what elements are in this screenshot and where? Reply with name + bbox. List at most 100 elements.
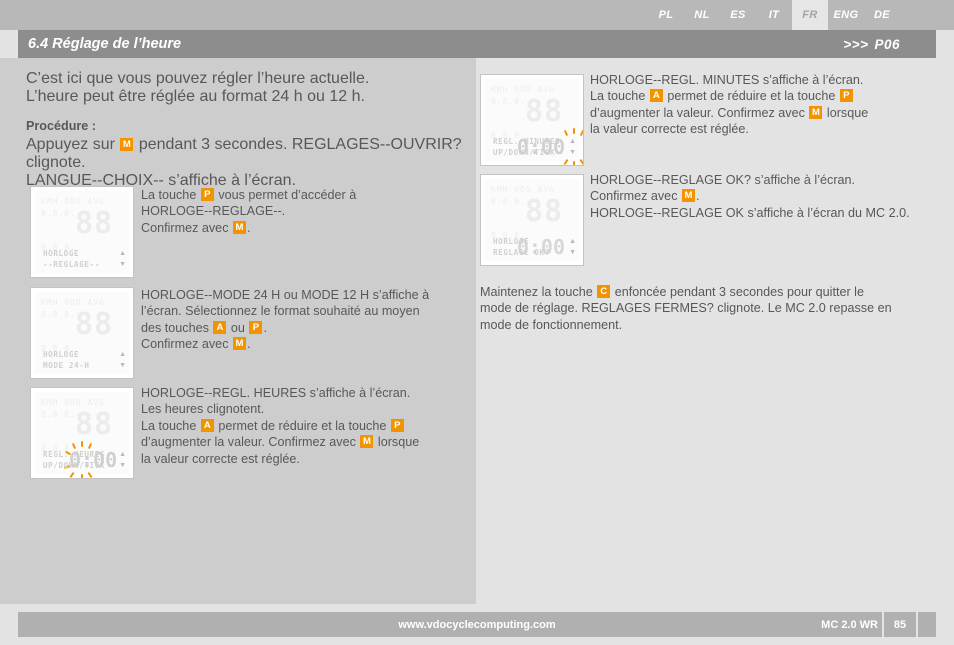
step-5-line-1: HORLOGE--REGLAGE OK? s’affiche à l’écran…	[590, 173, 856, 187]
key-badge-m: M	[233, 220, 246, 234]
intro-paragraph: C’est ici que vous pouvez régler l’heure…	[26, 70, 456, 106]
step-3-line-1: HORLOGE--REGL. HEURES s’affiche à l’écra…	[141, 386, 411, 400]
lcd-down-arrow-icon: ▼	[569, 149, 576, 156]
step-5-text-a: Confirmez avec	[590, 189, 681, 204]
key-badge-a: A	[213, 320, 227, 334]
lcd-down-arrow-icon: ▼	[119, 261, 126, 268]
lcd-label-line-1: REGL. MINUTES	[493, 137, 561, 146]
step-3-text-d: lorsque	[374, 435, 420, 450]
key-badge-m: M	[120, 138, 134, 151]
lcd-display-regl-minutes: KMH ODO AVG 8.8.8. 88 8.8.8. 0:00 REGL. …	[480, 74, 584, 166]
lcd-label-line-1: REGL. HEURES	[43, 450, 106, 459]
key-badge-p: P	[249, 320, 263, 334]
language-tab-de[interactable]: DE	[864, 0, 900, 30]
lcd-inner: KMH ODO AVG 8.8.8. 88 8.8.8. 0:00 REGL. …	[35, 392, 129, 478]
closing-paragraph: Maintenez la touche C enfoncée pendant 3…	[480, 284, 950, 333]
lcd-down-arrow-icon: ▼	[119, 462, 126, 469]
step-5-text: HORLOGE--REGLAGE OK? s’affiche à l’écran…	[590, 172, 950, 221]
closing-line-2: mode de réglage. REGLAGES FERMES? cligno…	[480, 301, 892, 316]
step-1-text: La touche P vous permet d’accéder à HORL…	[141, 187, 461, 236]
closing-line-3: mode de fonctionnement.	[480, 317, 623, 332]
step-3-text-c: d’augmenter la valeur. Confirmez avec	[141, 435, 360, 450]
language-tab-label: ES	[730, 9, 746, 21]
key-badge-p: P	[200, 188, 214, 201]
step-2-line-2: l’écran. Sélectionnez le format souhaité…	[141, 304, 420, 319]
page-reference-label: P06	[874, 36, 900, 52]
lcd-down-arrow-icon: ▼	[569, 249, 576, 256]
lcd-label-line-2: --REGLAGE--	[43, 260, 100, 269]
language-tab-fr[interactable]: FR	[792, 0, 828, 30]
step-1-line-1: La touche P vous permet d’accéder à	[141, 187, 461, 203]
language-tab-label: IT	[768, 9, 780, 21]
intro-line-1: C’est ici que vous pouvez régler l’heure…	[26, 70, 370, 87]
step-4-text-c: d’augmenter la valeur. Confirmez avec	[590, 105, 809, 120]
step-3-text-a: La touche	[141, 418, 200, 433]
lcd-inner: KMH ODO AVG 8.8.8. 88 8.8.8. 0:00 HORLOG…	[485, 179, 579, 261]
key-badge-m: M	[809, 105, 823, 119]
lcd-label-line-2: UP/DOWN/TICK	[493, 148, 556, 157]
step-3-text: HORLOGE--REGL. HEURES s’affiche à l’écra…	[141, 385, 461, 467]
chapter-title-bar: 6.4 Réglage de l’heure >>> P06	[0, 30, 954, 58]
lcd-label-line-2: REGLAGE OK?	[493, 248, 550, 257]
lcd-ghost-top: KMH ODO AVG	[41, 398, 105, 407]
lcd-label-line-2: MODE 24-H	[43, 361, 90, 370]
step-4-line-4: la valeur correcte est réglée.	[590, 122, 749, 137]
lcd-up-arrow-icon: ▲	[119, 351, 126, 358]
page-reference: >>> P06	[843, 30, 900, 58]
lcd-big-digits: 88	[75, 407, 114, 442]
step-4-line-3: d’augmenter la valeur. Confirmez avec M …	[590, 105, 940, 121]
step-3-line-4: d’augmenter la valeur. Confirmez avec M …	[141, 434, 461, 450]
step-2-text-b: ou	[227, 320, 249, 335]
key-badge-m: M	[233, 337, 246, 351]
footer-url[interactable]: www.vdocyclecomputing.com	[0, 612, 954, 637]
step-2-text-c: .	[263, 320, 267, 335]
lcd-ghost-top: KMH ODO AVG	[41, 298, 105, 307]
step-4-text-a: La touche	[590, 89, 649, 104]
language-tab-label: PL	[658, 9, 674, 21]
chevron-right-icon: >>>	[843, 36, 869, 52]
language-tab-pl[interactable]: PL	[648, 0, 684, 30]
title-bar-left-gap	[0, 30, 18, 58]
step-5-line-2: Confirmez avec M.	[590, 188, 950, 204]
procedure-paragraph: Appuyez sur M pendant 3 secondes. REGLAG…	[26, 136, 466, 190]
step-4-text-d: lorsque	[823, 105, 869, 120]
footer-page-number: 85	[882, 612, 918, 637]
procedure-text-a: Appuyez sur	[26, 136, 120, 153]
key-badge-p: P	[839, 89, 853, 103]
intro-line-2: L’heure peut être réglée au format 24 h …	[26, 88, 365, 105]
lcd-ghost-top: KMH ODO AVG	[491, 185, 555, 194]
step-3-text-b: permet de réduire et la touche	[214, 418, 390, 433]
step-1-line-2: HORLOGE--REGLAGE--.	[141, 204, 286, 219]
key-badge-c: C	[597, 285, 611, 298]
title-bar-right-gap	[936, 30, 954, 58]
lcd-big-digits: 88	[75, 206, 114, 241]
language-tab-label: DE	[873, 9, 891, 21]
language-tab-label: ENG	[833, 9, 859, 21]
language-tab-eng[interactable]: ENG	[828, 0, 864, 30]
lcd-display-regl-heures: KMH ODO AVG 8.8.8. 88 8.8.8. 0:00 REGL. …	[30, 387, 134, 479]
page-title: 6.4 Réglage de l’heure	[28, 36, 182, 52]
step-3-line-2: Les heures clignotent.	[141, 402, 265, 417]
lcd-label-line-1: HORLOGE	[43, 249, 80, 258]
step-3-line-5: la valeur correcte est réglée.	[141, 451, 300, 466]
step-4-text: HORLOGE--REGL. MINUTES s’affiche à l’écr…	[590, 72, 940, 138]
step-2-line-4: Confirmez avec M.	[141, 336, 461, 352]
key-badge-a: A	[649, 89, 663, 103]
lcd-label-line-1: HORLOGE	[43, 350, 80, 359]
lcd-display-horloge-reglage: KMH ODO AVG 8.8.8. 88 8.8.8. HORLOGE --R…	[30, 186, 134, 278]
lcd-ghost-top: KMH ODO AVG	[41, 197, 105, 206]
lcd-label-line-1: HORLOGE	[493, 237, 530, 246]
step-2-text-e: .	[247, 337, 251, 352]
step-1-text-d: .	[247, 220, 251, 235]
lcd-inner: KMH ODO AVG 8.8.8. 88 8.8.8. HORLOGE --R…	[35, 191, 129, 273]
lcd-ghost-top: KMH ODO AVG	[491, 85, 555, 94]
language-tab-es[interactable]: ES	[720, 0, 756, 30]
step-2-text-d: Confirmez avec	[141, 337, 232, 352]
language-tab-it[interactable]: IT	[756, 0, 792, 30]
step-2-text-a: des touches	[141, 320, 213, 335]
closing-text-b: enfoncée pendant 3 secondes pour quitter…	[611, 285, 864, 299]
procedure-heading: Procédure :	[26, 119, 96, 133]
key-badge-m: M	[360, 435, 374, 449]
language-tab-nl[interactable]: NL	[684, 0, 720, 30]
language-tab-list: PL NL ES IT FR ENG DE	[648, 0, 900, 30]
